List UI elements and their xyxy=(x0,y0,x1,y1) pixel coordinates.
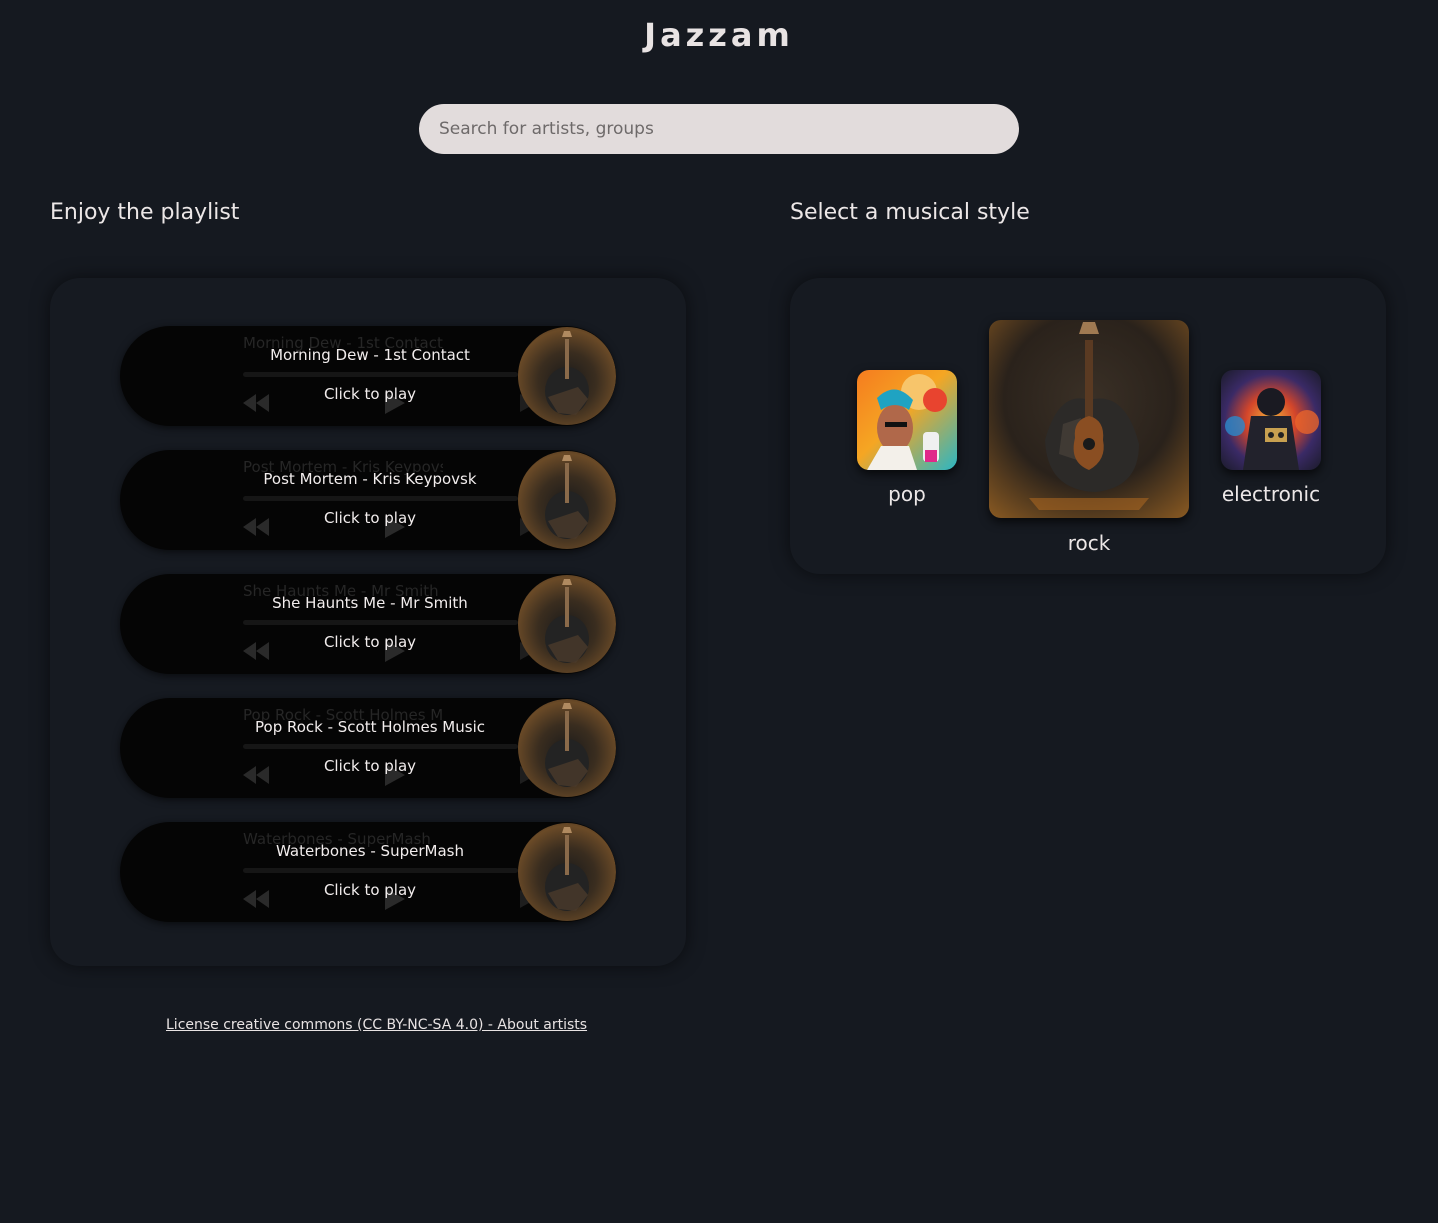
progress-bar[interactable] xyxy=(243,620,518,625)
style-label-rock[interactable]: rock xyxy=(989,531,1189,555)
playlist-heading: Enjoy the playlist xyxy=(50,200,240,225)
album-cover xyxy=(518,575,616,673)
progress-bar[interactable] xyxy=(243,744,518,749)
rock-guitar-icon xyxy=(545,827,589,911)
track-player[interactable]: Waterbones - SuperMash Waterbones - Supe… xyxy=(120,822,616,922)
rock-guitar-icon xyxy=(545,455,589,539)
album-cover xyxy=(518,699,616,797)
progress-bar[interactable] xyxy=(243,868,518,873)
style-label-electronic[interactable]: electronic xyxy=(1211,482,1331,506)
pop-artwork-icon xyxy=(867,374,947,470)
rock-guitar-icon xyxy=(1029,322,1149,510)
license-link[interactable]: License creative commons (CC BY-NC-SA 4.… xyxy=(166,1017,587,1033)
style-panel: pop rock electronic xyxy=(790,278,1386,574)
rock-guitar-icon xyxy=(545,703,589,787)
track-player[interactable]: Morning Dew - 1st Contact Morning Dew - … xyxy=(120,326,616,426)
track-player[interactable]: She Haunts Me - Mr Smith She Haunts Me -… xyxy=(120,574,616,674)
playlist-panel: Morning Dew - 1st Contact Morning Dew - … xyxy=(50,278,686,966)
track-player[interactable]: Pop Rock - Scott Holmes Mus Pop Rock - S… xyxy=(120,698,616,798)
track-player[interactable]: Post Mortem - Kris Keypovsk Post Mortem … xyxy=(120,450,616,550)
album-cover xyxy=(518,327,616,425)
album-cover xyxy=(518,823,616,921)
album-cover xyxy=(518,451,616,549)
progress-bar[interactable] xyxy=(243,372,518,377)
progress-bar[interactable] xyxy=(243,496,518,501)
app-title: Jazzam xyxy=(644,16,794,54)
style-card-pop[interactable] xyxy=(857,370,957,470)
rock-guitar-icon xyxy=(545,579,589,663)
rock-guitar-icon xyxy=(545,331,589,415)
style-card-rock[interactable] xyxy=(989,320,1189,518)
style-label-pop[interactable]: pop xyxy=(857,482,957,506)
styles-heading: Select a musical style xyxy=(790,200,1030,225)
search-input[interactable] xyxy=(419,104,1019,154)
style-card-electronic[interactable] xyxy=(1221,370,1321,470)
electronic-artwork-icon xyxy=(1225,388,1319,470)
